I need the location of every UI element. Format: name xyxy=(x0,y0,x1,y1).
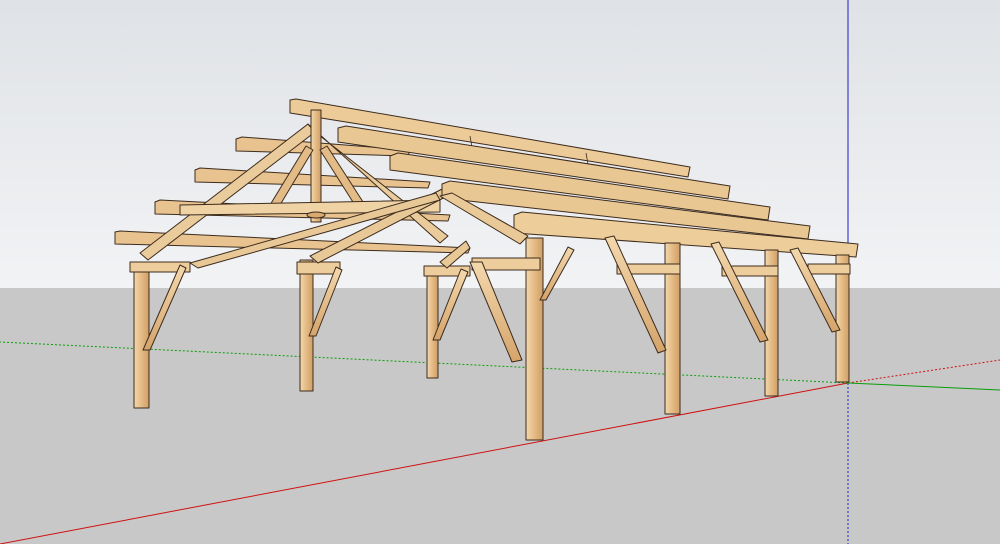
model-canvas[interactable] xyxy=(0,0,1000,544)
3d-viewport[interactable] xyxy=(0,0,1000,544)
post-midback xyxy=(426,269,439,379)
post-back-left xyxy=(133,261,150,409)
post-back-mid xyxy=(299,259,314,392)
